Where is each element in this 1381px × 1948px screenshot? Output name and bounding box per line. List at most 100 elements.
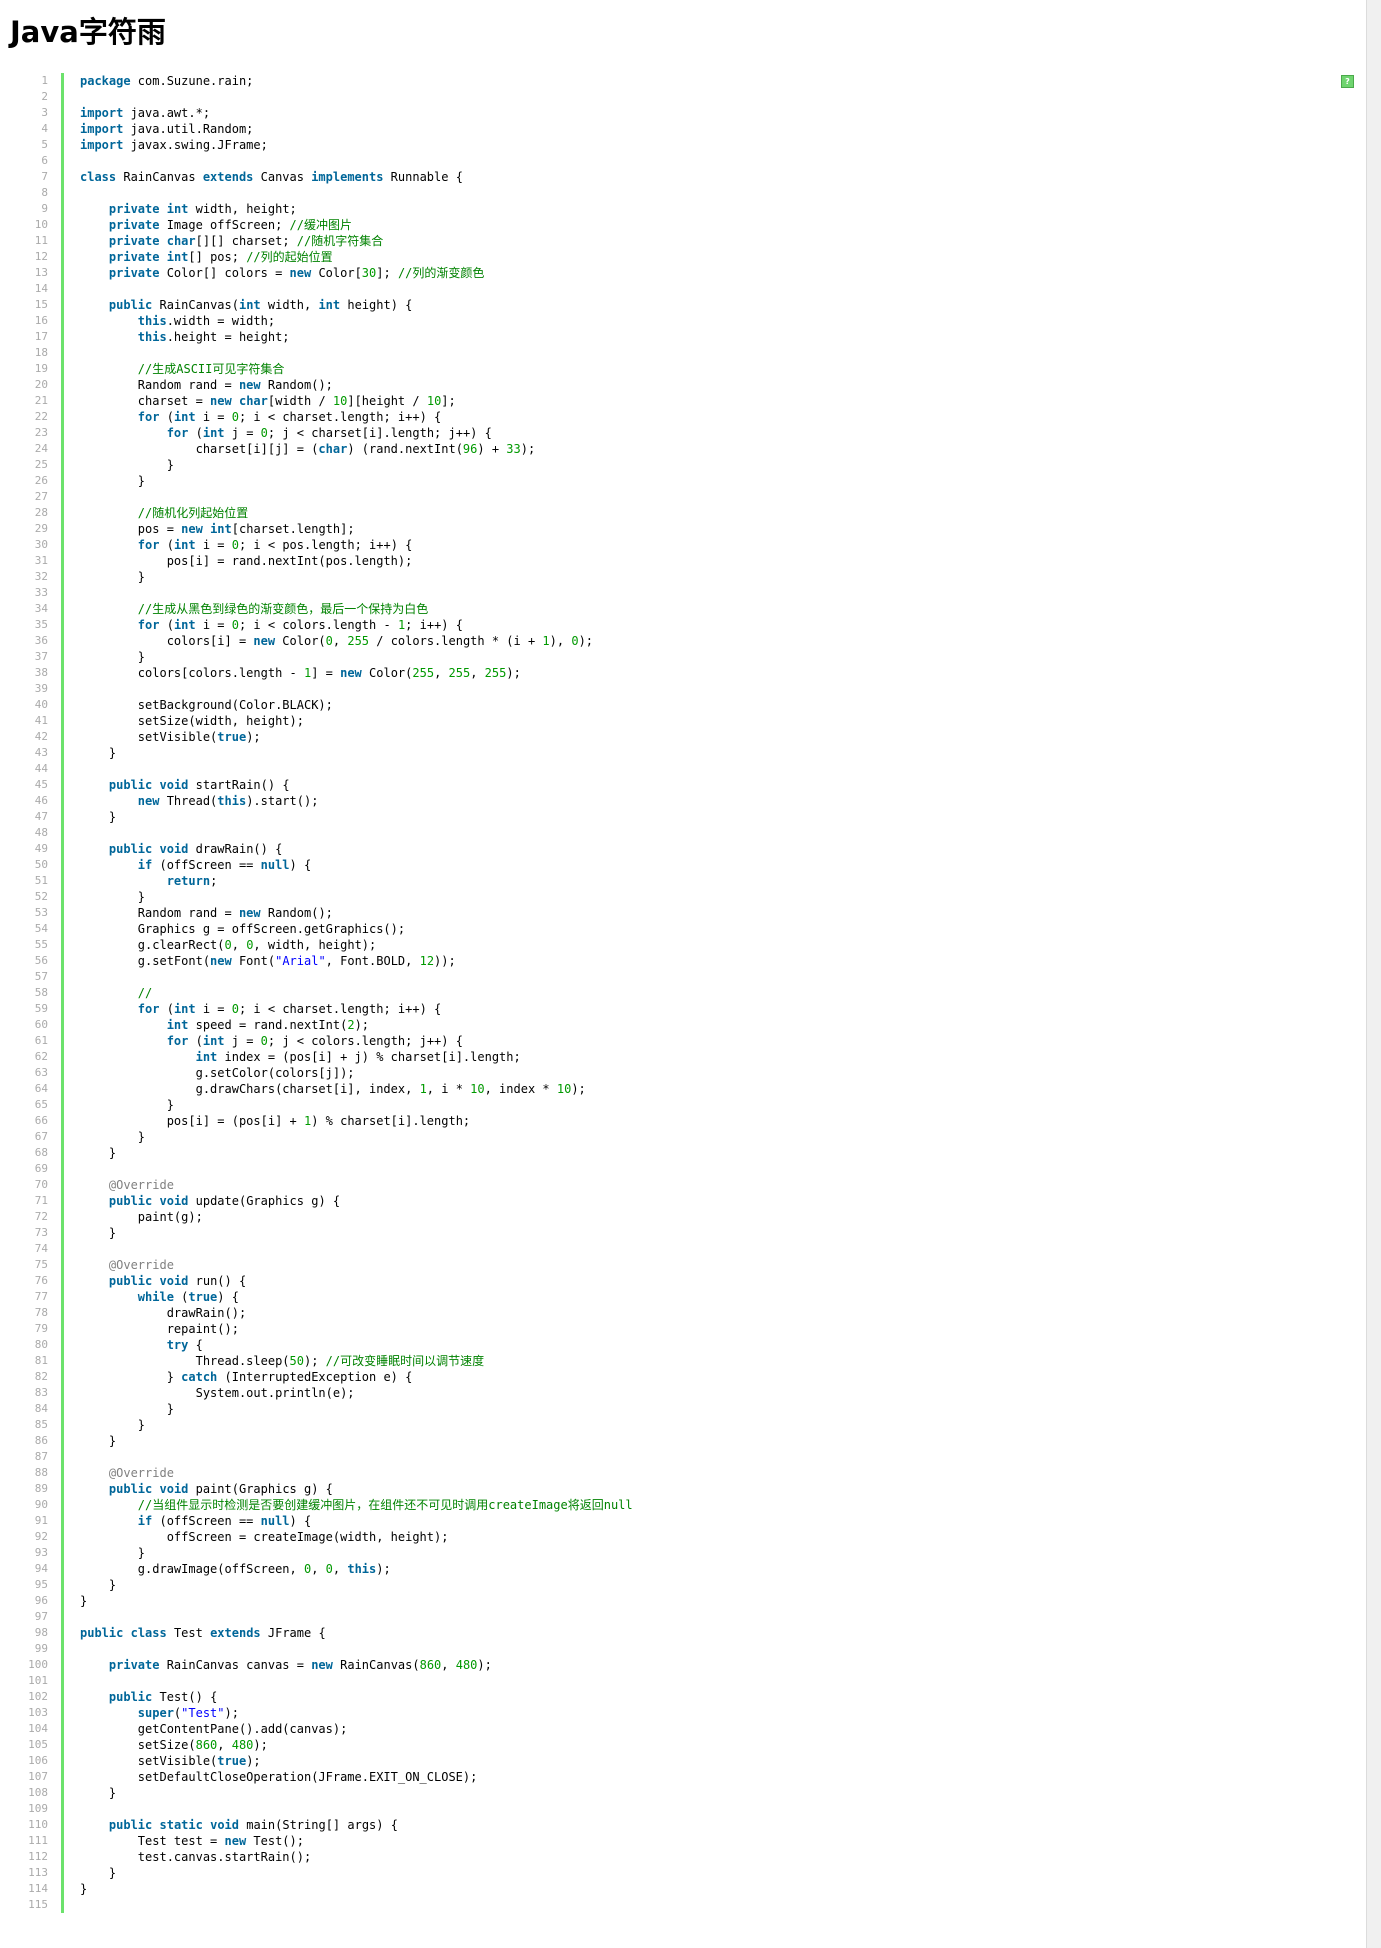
code-line: 2: [0, 89, 1366, 105]
code-line: 109: [0, 1801, 1366, 1817]
code-text: for (int i = 0; i < pos.length; i++) {: [137, 538, 413, 552]
line-number: 69: [34, 1162, 48, 1175]
code-line: 94 g.drawImage(offScreen, 0, 0, this);: [0, 1561, 1366, 1577]
code-line: 112 test.canvas.startRain();: [0, 1849, 1366, 1865]
line-number: 77: [34, 1290, 48, 1303]
code-line: 36 colors[i] = new Color(0, 255 / colors…: [0, 633, 1366, 649]
page-title: Java字符雨: [10, 15, 166, 49]
code-line: 64 g.drawChars(charset[i], index, 1, i *…: [0, 1081, 1366, 1097]
code-text: }: [80, 1578, 117, 1592]
code-line: 50 if (offScreen == null) {: [0, 857, 1366, 873]
code-text: int speed = rand.nextInt(2);: [166, 1018, 370, 1032]
code-line: 101: [0, 1673, 1366, 1689]
line-number: 46: [34, 794, 48, 807]
code-line: 46 new Thread(this).start();: [0, 793, 1366, 809]
code-line: 14: [0, 281, 1366, 297]
code-line: 11 private char[][] charset; //随机字符集合: [0, 233, 1366, 249]
code-text: setSize(860, 480);: [80, 1738, 268, 1752]
line-number: 41: [34, 714, 48, 727]
line-number: 2: [41, 90, 48, 103]
line-number: 60: [34, 1018, 48, 1031]
line-number: 59: [34, 1002, 48, 1015]
line-number: 93: [34, 1546, 48, 1559]
line-number: 1: [41, 74, 48, 87]
code-line: 47 }: [0, 809, 1366, 825]
code-line: 9 private int width, height;: [0, 201, 1366, 217]
line-number: 67: [34, 1130, 48, 1143]
code-line: 80 try {: [0, 1337, 1366, 1353]
line-number: 43: [34, 746, 48, 759]
line-number: 13: [34, 266, 48, 279]
line-number: 63: [34, 1066, 48, 1079]
code-text: for (int i = 0; i < charset.length; i++)…: [137, 410, 442, 424]
line-number: 34: [34, 602, 48, 615]
line-number: 5: [41, 138, 48, 151]
code-line: 93 }: [0, 1545, 1366, 1561]
code-line: 32 }: [0, 569, 1366, 585]
code-text: new Thread(this).start();: [137, 794, 319, 808]
code-text: public Test() {: [108, 1690, 218, 1704]
code-line: 82 } catch (InterruptedException e) {: [0, 1369, 1366, 1385]
line-number: 56: [34, 954, 48, 967]
code-line: 115: [0, 1897, 1366, 1913]
code-line: 6: [0, 153, 1366, 169]
code-text: Thread.sleep(50); //可改变睡眠时间以调节速度: [80, 1354, 485, 1368]
line-number: 27: [34, 490, 48, 503]
code-line: 10 private Image offScreen; //缓冲图片: [0, 217, 1366, 233]
code-line: 81 Thread.sleep(50); //可改变睡眠时间以调节速度: [0, 1353, 1366, 1369]
code-text: if (offScreen == null) {: [137, 858, 312, 872]
code-line: 113 }: [0, 1865, 1366, 1881]
code-text: @Override: [108, 1258, 174, 1272]
code-text: }: [80, 474, 146, 488]
line-number: 54: [34, 922, 48, 935]
code-text: }: [80, 1882, 88, 1896]
line-number: 94: [34, 1562, 48, 1575]
code-line: 22 for (int i = 0; i < charset.length; i…: [0, 409, 1366, 425]
code-text: setDefaultCloseOperation(JFrame.EXIT_ON_…: [80, 1770, 478, 1784]
code-text: colors[colors.length - 1] = new Color(25…: [80, 666, 521, 680]
code-line: 18: [0, 345, 1366, 361]
code-line: 100 private RainCanvas canvas = new Rain…: [0, 1657, 1366, 1673]
code-text: return;: [166, 874, 218, 888]
code-line: 104 getContentPane().add(canvas);: [0, 1721, 1366, 1737]
line-number: 3: [41, 106, 48, 119]
line-number: 101: [28, 1674, 48, 1687]
code-line: 90 //当组件显示时检测是否要创建缓冲图片，在组件还不可见时调用createI…: [0, 1497, 1366, 1513]
code-line: 7 class RainCanvas extends Canvas impleme…: [0, 169, 1366, 185]
code-line: 114}: [0, 1881, 1366, 1897]
code-line: 79 repaint();: [0, 1321, 1366, 1337]
code-text: setSize(width, height);: [80, 714, 304, 728]
line-number: 20: [34, 378, 48, 391]
code-text: }: [80, 1866, 117, 1880]
line-number: 81: [34, 1354, 48, 1367]
line-number: 39: [34, 682, 48, 695]
line-number: 9: [41, 202, 48, 215]
code-line: 102 public Test() {: [0, 1689, 1366, 1705]
code-text: repaint();: [80, 1322, 239, 1336]
line-number: 33: [34, 586, 48, 599]
code-text: public void update(Graphics g) {: [108, 1194, 341, 1208]
line-number: 109: [28, 1802, 48, 1815]
code-text: private char[][] charset; //随机字符集合: [108, 234, 384, 248]
code-line: 21 charset = new char[width / 10][height…: [0, 393, 1366, 409]
code-line: 42 setVisible(true);: [0, 729, 1366, 745]
code-line: 74: [0, 1241, 1366, 1257]
code-block: 1 package com.Suzune.rain; 2 3 import java.a…: [0, 73, 1366, 1913]
line-number: 8: [41, 186, 48, 199]
code-text: }: [80, 1434, 117, 1448]
line-number: 42: [34, 730, 48, 743]
code-text: private Color[] colors = new Color[30]; …: [108, 266, 485, 280]
line-number: 106: [28, 1754, 48, 1767]
line-number: 45: [34, 778, 48, 791]
code-lines: 1 package com.Suzune.rain; 2 3 import java.a…: [0, 73, 1366, 1913]
line-number: 88: [34, 1466, 48, 1479]
line-number: 74: [34, 1242, 48, 1255]
code-line: 73 }: [0, 1225, 1366, 1241]
code-line: 63 g.setColor(colors[j]);: [0, 1065, 1366, 1081]
line-number: 64: [34, 1082, 48, 1095]
code-line: 43 }: [0, 745, 1366, 761]
line-number: 99: [34, 1642, 48, 1655]
line-number: 92: [34, 1530, 48, 1543]
line-number: 44: [34, 762, 48, 775]
vertical-scrollbar[interactable]: [1366, 0, 1381, 1948]
